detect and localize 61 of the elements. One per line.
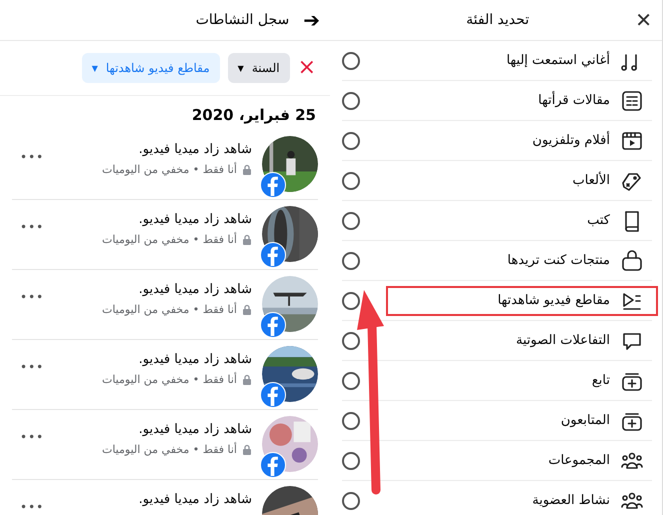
radio-button[interactable] bbox=[342, 172, 360, 190]
privacy-text: أنا فقط • مخفي من اليوميات bbox=[102, 373, 237, 386]
filter-chip[interactable]: مقاطع فيديو شاهدتها ▼ bbox=[82, 53, 220, 83]
privacy-text: أنا فقط • مخفي من اليوميات bbox=[102, 233, 237, 246]
radio-button[interactable] bbox=[342, 292, 360, 310]
radio-button[interactable] bbox=[342, 492, 360, 510]
privacy-text: أنا فقط • مخفي من اليوميات bbox=[102, 443, 237, 456]
facebook-logo-icon bbox=[260, 172, 286, 198]
radio-button[interactable] bbox=[342, 132, 360, 150]
radio-button[interactable] bbox=[342, 52, 360, 70]
more-options-button[interactable]: ••• bbox=[12, 150, 44, 164]
radio-button[interactable] bbox=[342, 332, 360, 350]
lock-icon bbox=[242, 374, 252, 385]
activity-title: شاهد زاد ميديا فيديو. bbox=[138, 142, 252, 157]
category-label: المتابعون bbox=[560, 413, 610, 428]
more-options-button[interactable]: ••• bbox=[12, 430, 44, 444]
category-label: مقالات قرأتها bbox=[538, 93, 610, 108]
facebook-logo-icon bbox=[260, 452, 286, 478]
category-label: نشاط العضوية bbox=[532, 493, 610, 508]
category-label: منتجات كنت تريدها bbox=[507, 253, 610, 268]
activity-title: شاهد زاد ميديا فيديو. bbox=[138, 282, 252, 297]
privacy-text: أنا فقط • مخفي من اليوميات bbox=[102, 303, 237, 316]
more-options-button[interactable]: ••• bbox=[12, 290, 44, 304]
filter-chip[interactable]: السنة ▼ bbox=[228, 53, 290, 83]
category-label: أفلام وتلفزيون bbox=[532, 133, 610, 148]
article-icon bbox=[620, 88, 644, 112]
facebook-logo-icon bbox=[260, 242, 286, 268]
radio-button[interactable] bbox=[342, 412, 360, 430]
shopping-bag-icon bbox=[620, 248, 644, 272]
activity-title: شاهد زاد ميديا فيديو. bbox=[138, 422, 252, 437]
activity-title: شاهد زاد ميديا فيديو. bbox=[138, 352, 252, 367]
radio-button[interactable] bbox=[342, 452, 360, 470]
date-heading: 25 فبراير، 2020 bbox=[190, 105, 317, 126]
category-label: الألعاب bbox=[572, 173, 610, 188]
clear-filters-button[interactable]: × bbox=[298, 57, 316, 79]
activity-title: شاهد زاد ميديا فيديو. bbox=[138, 212, 252, 227]
close-button[interactable]: ✕ bbox=[635, 8, 652, 32]
category-label: التفاعلات الصوتية bbox=[516, 333, 610, 348]
privacy-text: أنا فقط • مخفي من اليوميات bbox=[102, 163, 237, 176]
category-label: كتب bbox=[587, 213, 610, 228]
category-label: مقاطع فيديو شاهدتها bbox=[498, 293, 610, 308]
facebook-logo-icon bbox=[260, 312, 286, 338]
radio-button[interactable] bbox=[342, 212, 360, 230]
lock-icon bbox=[242, 304, 252, 315]
category-label: أغاني استمعت إليها bbox=[506, 53, 610, 68]
more-options-button[interactable]: ••• bbox=[12, 360, 44, 374]
radio-button[interactable] bbox=[342, 92, 360, 110]
back-arrow[interactable]: ➔ bbox=[303, 8, 320, 32]
panel-title: تحديد الفئة bbox=[466, 12, 530, 28]
more-options-button[interactable]: ••• bbox=[12, 500, 44, 514]
facebook-logo-icon bbox=[260, 382, 286, 408]
page-title: سجل النشاطات bbox=[196, 12, 290, 28]
lock-icon bbox=[242, 234, 252, 245]
more-options-button[interactable]: ••• bbox=[12, 220, 44, 234]
activity-title: شاهد زاد ميديا فيديو. bbox=[138, 492, 252, 507]
lock-icon bbox=[242, 164, 252, 175]
category-label: تابع bbox=[592, 373, 610, 388]
radio-button[interactable] bbox=[342, 252, 360, 270]
category-label: المجموعات bbox=[548, 453, 610, 468]
lock-icon bbox=[242, 444, 252, 455]
radio-button[interactable] bbox=[342, 372, 360, 390]
